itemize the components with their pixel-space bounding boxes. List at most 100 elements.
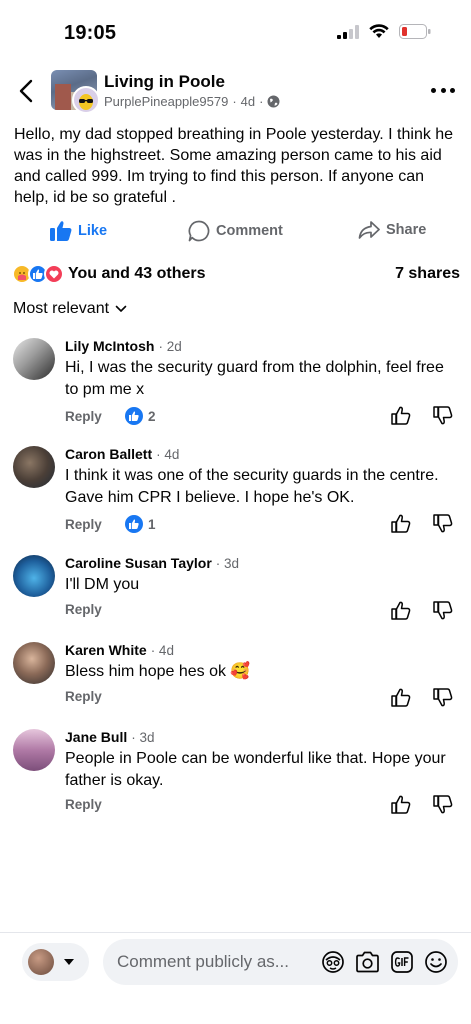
shares-count[interactable]: 7 shares: [395, 265, 460, 283]
like-count: 1: [148, 516, 156, 532]
commenter-avatar[interactable]: [13, 642, 55, 684]
comment-composer: Comment publicly as...: [0, 932, 471, 1024]
comment-item: Caron Ballett · 4d I think it was one of…: [0, 446, 471, 536]
share-arrow-icon: [358, 221, 380, 239]
reply-button[interactable]: Reply: [65, 689, 125, 704]
comment-item: Caroline Susan Taylor · 3d I'll DM you R…: [0, 555, 471, 625]
emoji-icon[interactable]: [424, 950, 448, 974]
reactions-count[interactable]: You and 43 others: [68, 265, 206, 283]
share-label: Share: [386, 222, 427, 238]
author-avatar[interactable]: [72, 86, 100, 114]
comment-header: Caroline Susan Taylor · 3d: [65, 555, 239, 571]
post-meta: PurplePineapple9579 · 4d ·: [104, 94, 280, 109]
share-button[interactable]: Share: [358, 220, 426, 240]
post-age: 4d: [240, 94, 256, 109]
battery-icon: [399, 24, 431, 39]
reactions-summary[interactable]: You and 43 others 7 shares: [12, 262, 460, 288]
commenter-avatar[interactable]: [13, 446, 55, 488]
comment-vote-buttons: [391, 514, 453, 533]
thumbs-down-icon[interactable]: [433, 406, 453, 425]
reply-button[interactable]: Reply: [65, 602, 125, 617]
commenter-name[interactable]: Lily McIntosh: [65, 338, 154, 354]
wifi-icon: [369, 24, 389, 38]
post-header: Living in Poole PurplePineapple9579 · 4d…: [0, 66, 471, 116]
commenter-name[interactable]: Jane Bull: [65, 729, 127, 745]
profile-switcher[interactable]: [22, 943, 89, 981]
comment-vote-buttons: [391, 688, 453, 707]
group-avatar-building: [55, 84, 71, 110]
thumbs-up-icon[interactable]: [391, 514, 411, 533]
comment-bubble-icon: [188, 220, 210, 242]
composer-tools: [321, 950, 448, 974]
comment-time: · 4d: [156, 446, 180, 462]
comment-like-count[interactable]: 1: [125, 515, 156, 533]
comment-text: Hi, I was the security guard from the do…: [65, 359, 444, 398]
comment-vote-buttons: [391, 795, 453, 814]
commenter-name[interactable]: Caroline Susan Taylor: [65, 555, 212, 571]
comment-item: Jane Bull · 3d People in Poole can be wo…: [0, 729, 471, 819]
comment-text: Bless him hope hes ok 🥰: [65, 663, 251, 680]
thumbs-up-icon[interactable]: [391, 601, 411, 620]
thumbs-down-icon[interactable]: [433, 795, 453, 814]
commenter-avatar[interactable]: [13, 338, 55, 380]
commenter-avatar[interactable]: [13, 555, 55, 597]
commenter-name[interactable]: Caron Ballett: [65, 446, 152, 462]
chevron-left-icon: [19, 79, 33, 103]
comment-time: · 4d: [150, 642, 174, 658]
comment-actions: Reply: [65, 689, 125, 704]
thumbs-up-filled-icon: [50, 221, 72, 241]
thumbs-down-icon[interactable]: [433, 514, 453, 533]
author-name[interactable]: PurplePineapple9579: [104, 94, 228, 109]
comment-actions: Reply 2: [65, 407, 156, 425]
comment-vote-buttons: [391, 406, 453, 425]
thumbs-up-icon[interactable]: [391, 795, 411, 814]
love-reaction-icon: [44, 264, 64, 284]
dot: [450, 87, 455, 93]
dot: [431, 87, 436, 93]
thumbs-up-icon[interactable]: [391, 406, 411, 425]
reply-button[interactable]: Reply: [65, 517, 125, 532]
avatar-sticker-icon[interactable]: [321, 950, 345, 974]
meta-separator: ·: [232, 94, 237, 109]
back-button[interactable]: [12, 76, 40, 106]
thumbs-up-icon[interactable]: [391, 688, 411, 707]
comment-button[interactable]: Comment: [188, 220, 283, 242]
like-badge-icon: [125, 407, 143, 425]
thumbs-down-icon[interactable]: [433, 688, 453, 707]
camera-icon[interactable]: [355, 951, 380, 973]
status-time: 19:05: [64, 22, 117, 44]
comment-header: Karen White · 4d: [65, 642, 174, 658]
comment-input[interactable]: Comment publicly as...: [103, 939, 458, 985]
comment-label: Comment: [216, 223, 283, 239]
comment-item: Lily McIntosh · 2d Hi, I was the securit…: [0, 338, 471, 428]
comment-actions: Reply 1: [65, 515, 156, 533]
comment-text: People in Poole can be wonderful like th…: [65, 750, 446, 789]
comment-header: Jane Bull · 3d: [65, 729, 155, 745]
reply-button[interactable]: Reply: [65, 797, 125, 812]
post-body: Hello, my dad stopped breathing in Poole…: [14, 126, 454, 206]
dot: [440, 87, 446, 93]
comment-time: · 2d: [158, 338, 182, 354]
gif-icon[interactable]: [390, 950, 414, 974]
status-bar: 19:05: [0, 0, 471, 60]
chevron-down-icon: [115, 305, 127, 312]
reaction-icons: [12, 264, 66, 284]
caret-down-icon: [64, 959, 74, 965]
comment-like-count[interactable]: 2: [125, 407, 156, 425]
like-badge-icon: [125, 515, 143, 533]
meta-separator: ·: [259, 94, 264, 109]
cellular-signal-icon: [337, 24, 359, 39]
like-count: 2: [148, 408, 156, 424]
like-button[interactable]: Like: [50, 220, 107, 241]
comment-header: Caron Ballett · 4d: [65, 446, 179, 462]
globe-icon: [267, 95, 280, 108]
status-icons: [337, 24, 431, 39]
thumbs-down-icon[interactable]: [433, 601, 453, 620]
comment-sort-dropdown[interactable]: Most relevant: [13, 300, 127, 318]
group-name[interactable]: Living in Poole: [104, 72, 225, 92]
commenter-avatar[interactable]: [13, 729, 55, 771]
more-options-button[interactable]: [431, 80, 455, 100]
like-label: Like: [78, 222, 108, 239]
commenter-name[interactable]: Karen White: [65, 642, 147, 658]
reply-button[interactable]: Reply: [65, 409, 125, 424]
